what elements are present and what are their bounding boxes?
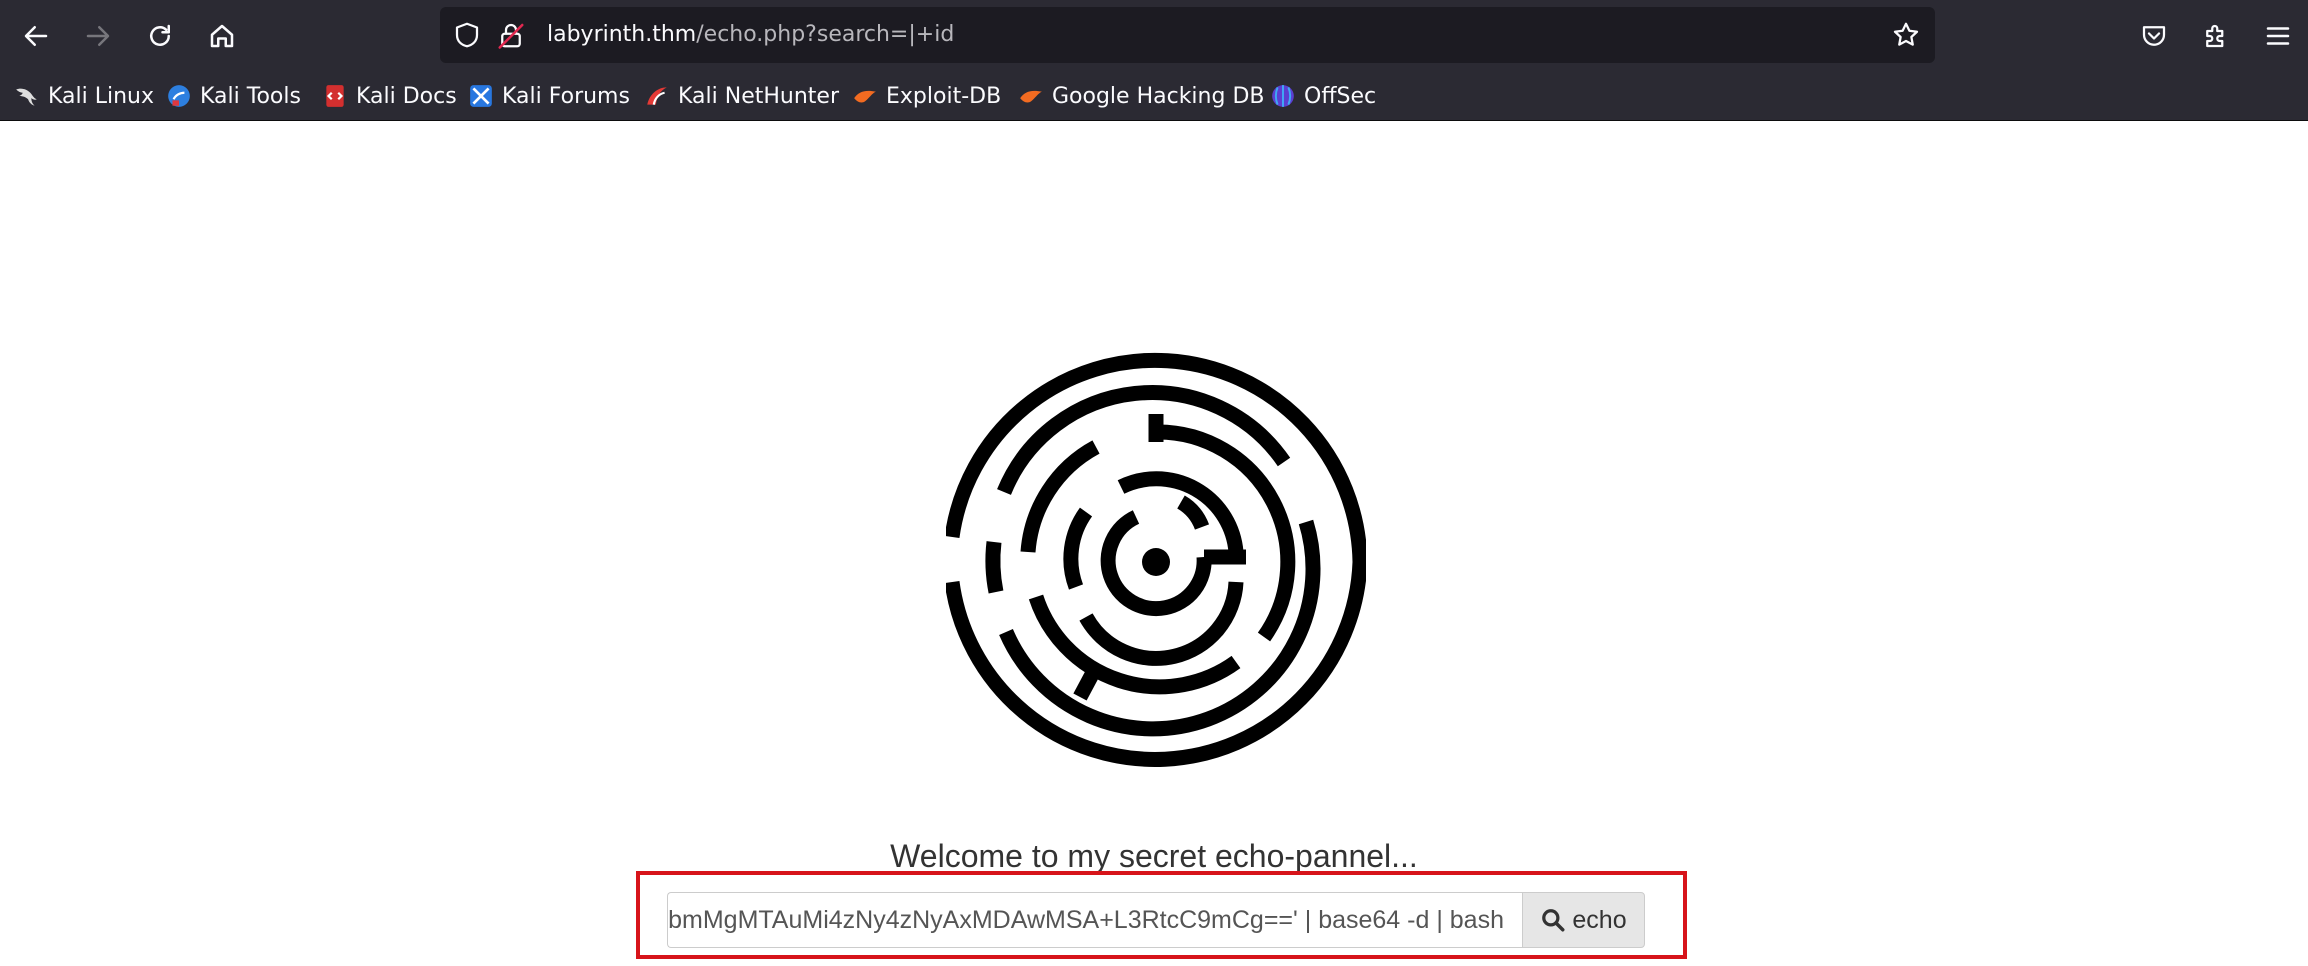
home-button[interactable] [199,13,245,59]
arrow-right-icon [86,26,110,46]
url-path: /echo.php?search=|+id [696,22,955,47]
reload-button[interactable] [137,13,183,59]
bookmark-label: Kali Docs [356,83,457,109]
bookmark-kali-forums[interactable]: Kali Forums [468,78,630,114]
arrow-left-icon [24,26,48,46]
bookmark-label: Exploit-DB [886,83,1002,109]
insecure-lock-icon[interactable] [496,20,526,50]
extensions-button[interactable] [2193,13,2239,59]
url-host: labyrinth.thm [547,22,697,47]
bookmarks-toolbar: Kali Linux Kali Tools Kali Docs Kali For… [0,72,2308,121]
search-form: bmMgMTAuMi4zNy4zNyAxMDAwMSA+L3RtcC9mCg==… [667,892,1645,948]
kali-forums-icon [470,85,492,107]
echo-button-label: echo [1572,905,1627,934]
kali-docs-icon [326,85,344,107]
address-bar[interactable]: labyrinth.thm/echo.php?search=|+id [440,7,1935,63]
puzzle-icon [2206,24,2224,48]
echo-button[interactable]: echo [1522,892,1645,948]
forward-button[interactable] [75,13,121,59]
back-button[interactable] [13,13,59,59]
search-icon [1542,909,1565,932]
kali-tools-icon [168,85,190,107]
bookmark-offsec[interactable]: OffSec [1270,78,1376,114]
bookmark-kali-tools[interactable]: Kali Tools [166,78,301,114]
bookmark-label: Google Hacking DB [1052,83,1265,109]
bookmark-google-hacking-db[interactable]: Google Hacking DB [1018,78,1264,114]
exploit-db-icon [854,90,876,103]
browser-toolbar: labyrinth.thm/echo.php?search=|+id [0,0,2308,72]
bookmark-label: Kali Tools [200,83,301,109]
ghdb-icon [1020,90,1042,103]
bookmark-label: OffSec [1304,83,1377,109]
bookmark-kali-docs[interactable]: Kali Docs [322,78,457,114]
pocket-icon [2142,26,2166,46]
pocket-button[interactable] [2131,13,2177,59]
bookmark-star-icon[interactable] [1891,20,1921,50]
hamburger-menu-icon [2266,27,2290,45]
bookmark-label: Kali NetHunter [678,83,839,109]
labyrinth-logo [946,352,1366,767]
bookmark-exploit-db[interactable]: Exploit-DB [852,78,1001,114]
reload-icon [150,24,170,46]
bookmark-label: Kali Forums [502,83,630,109]
home-icon [210,24,234,48]
bookmark-label: Kali Linux [48,83,155,109]
kali-nethunter-icon [647,87,667,105]
bookmark-kali-linux[interactable]: Kali Linux [14,78,154,114]
bookmark-kali-nethunter[interactable]: Kali NetHunter [644,78,839,114]
menu-button[interactable] [2255,13,2301,59]
search-input[interactable]: bmMgMTAuMi4zNy4zNyAxMDAwMSA+L3RtcC9mCg==… [667,892,1522,948]
welcome-text: Welcome to my secret echo-pannel... [890,838,1418,874]
kali-dragon-icon [16,88,37,106]
search-input-value: bmMgMTAuMi4zNy4zNyAxMDAwMSA+L3RtcC9mCg==… [668,905,1504,934]
shield-icon[interactable] [452,20,482,50]
url-text[interactable]: labyrinth.thm/echo.php?search=|+id [547,7,954,63]
offsec-icon [1272,85,1294,107]
